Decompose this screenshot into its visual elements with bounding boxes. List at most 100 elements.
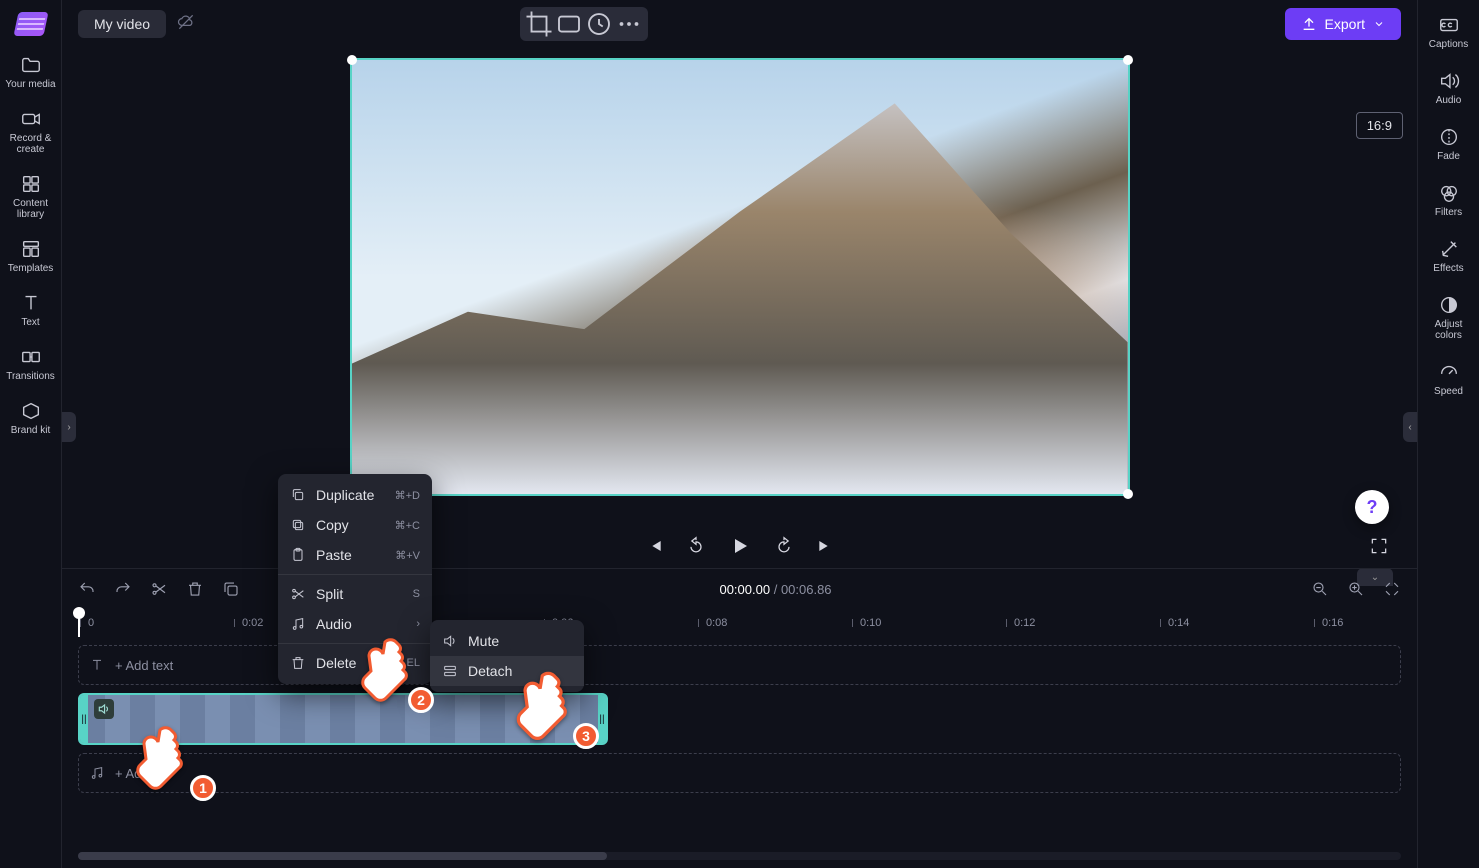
clip-trim-right[interactable]: ||: [598, 695, 606, 743]
nav-label: Fade: [1437, 151, 1460, 162]
timeline-toolbar: 00:00.00 / 00:06.86: [62, 569, 1417, 609]
video-canvas[interactable]: [350, 58, 1130, 496]
project-title[interactable]: My video: [78, 10, 166, 38]
resize-handle-tl[interactable]: [347, 55, 357, 65]
ctx-label: Duplicate: [316, 487, 374, 503]
rewind-button[interactable]: [686, 536, 706, 556]
nav-text[interactable]: Text: [3, 292, 59, 328]
nav-adjust-colors[interactable]: Adjust colors: [1421, 294, 1477, 341]
fit-tool[interactable]: [554, 11, 584, 37]
cloud-sync-icon[interactable]: [176, 12, 196, 37]
clip-audio-icon[interactable]: [94, 699, 114, 719]
more-tools[interactable]: [614, 11, 644, 37]
timeline-ruler[interactable]: 0 0:02 0:06 0:08 0:10 0:12 0:14 0:16: [62, 609, 1417, 637]
ruler-tick: 0:02: [234, 617, 263, 629]
clip-trim-left[interactable]: ||: [80, 695, 88, 743]
music-icon: [290, 616, 306, 632]
music-icon: [89, 765, 105, 781]
export-label: Export: [1325, 16, 1365, 32]
ctx-copy[interactable]: Copy ⌘+C: [278, 510, 432, 540]
nav-speed[interactable]: Speed: [1421, 361, 1477, 397]
submenu-detach[interactable]: Detach: [430, 656, 584, 686]
submenu-mute[interactable]: Mute: [430, 626, 584, 656]
nav-label: Your media: [5, 79, 55, 90]
nav-transitions[interactable]: Transitions: [3, 346, 59, 382]
fit-timeline-button[interactable]: [1383, 580, 1401, 598]
ctx-split[interactable]: Split S: [278, 579, 432, 609]
nav-label: Audio: [1436, 95, 1462, 106]
forward-button[interactable]: [774, 536, 794, 556]
ctx-shortcut: EL: [407, 657, 420, 669]
split-icon: [290, 586, 306, 602]
ctx-shortcut: ⌘+D: [395, 489, 420, 502]
undo-button[interactable]: [78, 580, 96, 598]
nav-label: Speed: [1434, 386, 1463, 397]
nav-brand-kit[interactable]: Brand kit: [3, 400, 59, 436]
skip-start-button[interactable]: [644, 536, 664, 556]
audio-track[interactable]: + Add ...: [78, 753, 1401, 793]
time-display: 00:00.00 / 00:06.86: [719, 582, 831, 597]
ctx-separator: [278, 643, 432, 644]
upload-icon: [1301, 16, 1317, 32]
duplicate-button[interactable]: [222, 580, 240, 598]
aspect-ratio-selector[interactable]: 16:9: [1356, 112, 1403, 139]
crop-tool[interactable]: [524, 11, 554, 37]
nav-label: Transitions: [6, 371, 55, 382]
left-sidebar: Your media Record & create Content libra…: [0, 0, 62, 868]
zoom-in-button[interactable]: [1347, 580, 1365, 598]
redo-button[interactable]: [114, 580, 132, 598]
nav-filters[interactable]: Filters: [1421, 182, 1477, 218]
split-button[interactable]: [150, 580, 168, 598]
ctx-duplicate[interactable]: Duplicate ⌘+D: [278, 480, 432, 510]
export-button[interactable]: Export: [1285, 8, 1401, 40]
nav-label: Record & create: [3, 133, 59, 155]
ruler-tick: 0: [80, 617, 94, 629]
nav-fade[interactable]: Fade: [1421, 126, 1477, 162]
nav-label: Adjust colors: [1421, 319, 1477, 341]
effects-icon: [1438, 238, 1460, 260]
app-logo: [13, 12, 48, 36]
filters-icon: [1438, 182, 1460, 204]
nav-audio[interactable]: Audio: [1421, 70, 1477, 106]
nav-templates[interactable]: Templates: [3, 238, 59, 274]
chevron-down-icon: [1373, 18, 1385, 30]
audio-submenu: Mute Detach: [430, 620, 584, 692]
timeline-scrollbar-thumb[interactable]: [78, 852, 607, 860]
zoom-out-button[interactable]: [1311, 580, 1329, 598]
help-button[interactable]: ?: [1355, 490, 1389, 524]
nav-effects[interactable]: Effects: [1421, 238, 1477, 274]
cc-icon: [1438, 14, 1460, 36]
playback-controls: ⌄: [62, 524, 1417, 568]
ruler-tick: 0:10: [852, 617, 881, 629]
nav-label: Filters: [1435, 207, 1462, 218]
ctx-label: Paste: [316, 547, 352, 563]
pip-tool[interactable]: [584, 11, 614, 37]
skip-end-button[interactable]: [816, 536, 836, 556]
ctx-audio[interactable]: Audio ›: [278, 609, 432, 639]
top-bar: My video Export: [62, 0, 1417, 48]
play-button[interactable]: [728, 534, 752, 558]
video-clip[interactable]: || ||: [78, 693, 608, 745]
submenu-label: Mute: [468, 633, 499, 649]
preview-image: [352, 60, 1128, 494]
nav-label: Effects: [1433, 263, 1463, 274]
text-track[interactable]: + Add text: [78, 645, 1401, 685]
nav-content-library[interactable]: Content library: [3, 173, 59, 220]
submenu-label: Detach: [468, 663, 512, 679]
nav-your-media[interactable]: Your media: [3, 54, 59, 90]
delete-icon: [290, 655, 306, 671]
fullscreen-button[interactable]: [1369, 536, 1389, 556]
nav-label: Captions: [1429, 39, 1468, 50]
camera-icon: [20, 108, 42, 130]
ctx-shortcut: S: [413, 588, 420, 600]
delete-button[interactable]: [186, 580, 204, 598]
ctx-paste[interactable]: Paste ⌘+V: [278, 540, 432, 570]
timeline-tracks: + Add text || || + Add ...: [62, 637, 1417, 848]
timeline-scrollbar[interactable]: [78, 852, 1401, 860]
resize-handle-tr[interactable]: [1123, 55, 1133, 65]
nav-record-create[interactable]: Record & create: [3, 108, 59, 155]
nav-captions[interactable]: Captions: [1421, 14, 1477, 50]
timeline: 00:00.00 / 00:06.86 0 0:02 0:06 0:08 0:1…: [62, 568, 1417, 868]
resize-handle-br[interactable]: [1123, 489, 1133, 499]
ctx-delete[interactable]: Delete EL: [278, 648, 432, 678]
